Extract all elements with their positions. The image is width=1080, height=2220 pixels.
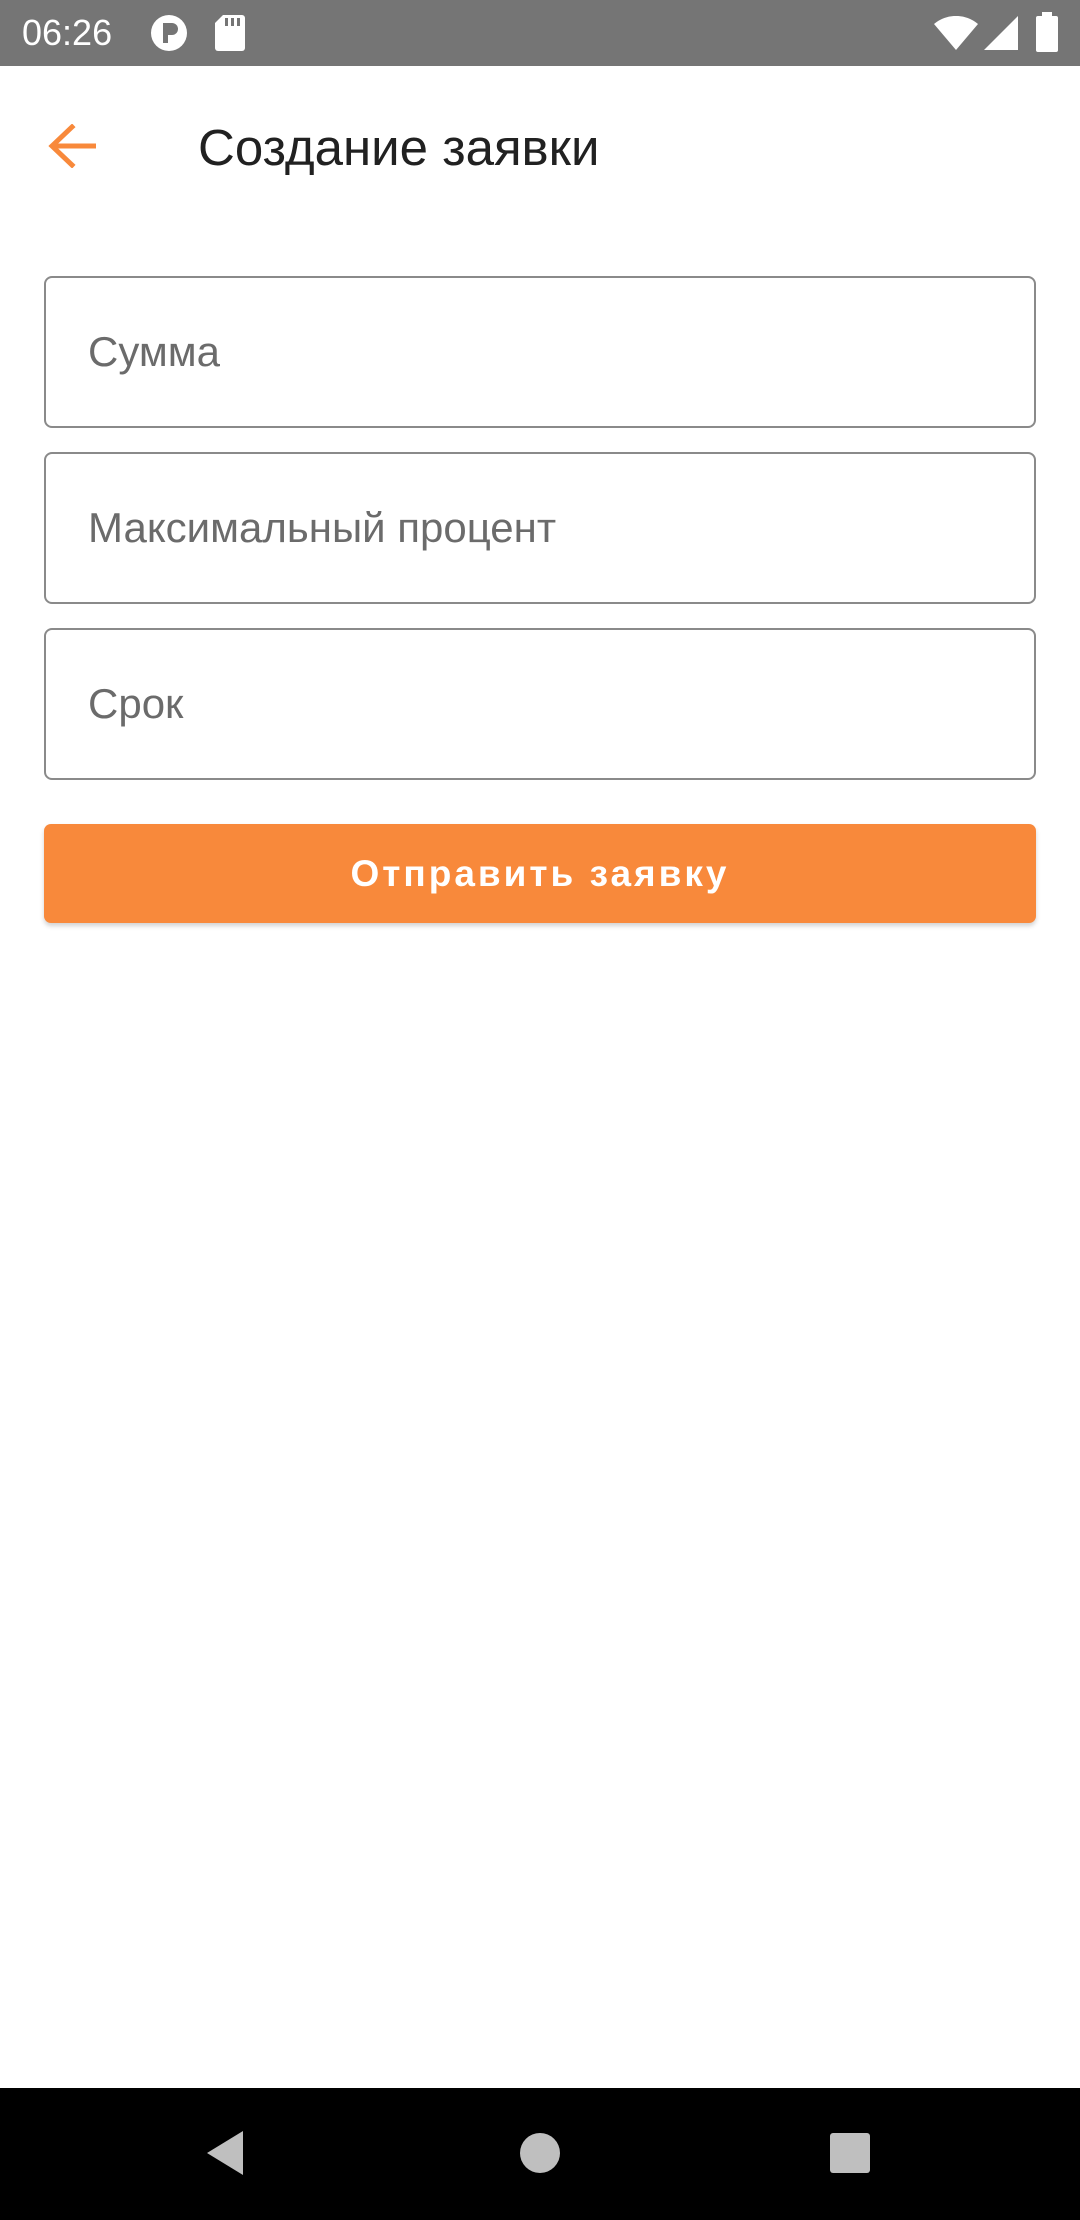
back-button[interactable] [32,108,112,188]
wifi-icon [934,16,978,50]
term-input[interactable] [46,630,1034,778]
submit-request-button[interactable]: Отправить заявку [44,824,1036,923]
nav-back-button[interactable] [180,2110,270,2200]
page-title: Создание заявки [198,119,600,176]
amount-input[interactable] [46,278,1034,426]
cell-signal-icon [984,16,1018,50]
status-time: 06:26 [22,12,113,53]
nav-home-button[interactable] [495,2110,585,2200]
home-circle-icon [519,2132,561,2179]
term-field [44,628,1036,780]
p-notification-icon [150,14,188,52]
sd-card-icon [215,15,245,51]
nav-recents-button[interactable] [805,2110,895,2200]
arrow-left-icon [48,122,97,173]
battery-icon [1036,12,1058,52]
system-nav-bar [0,2088,1080,2220]
recents-square-icon [830,2132,870,2178]
back-triangle-icon [203,2129,247,2182]
toolbar: Создание заявки [0,66,1080,224]
status-bar: 06:26 [0,0,1080,66]
max-percent-field [44,452,1036,604]
submit-request-label: Отправить заявку [350,852,730,894]
app-screen: 06:26 Создание заявки Сумма Максимальный… [0,0,1080,2220]
max-percent-input[interactable] [46,454,1034,602]
amount-field [44,276,1036,428]
